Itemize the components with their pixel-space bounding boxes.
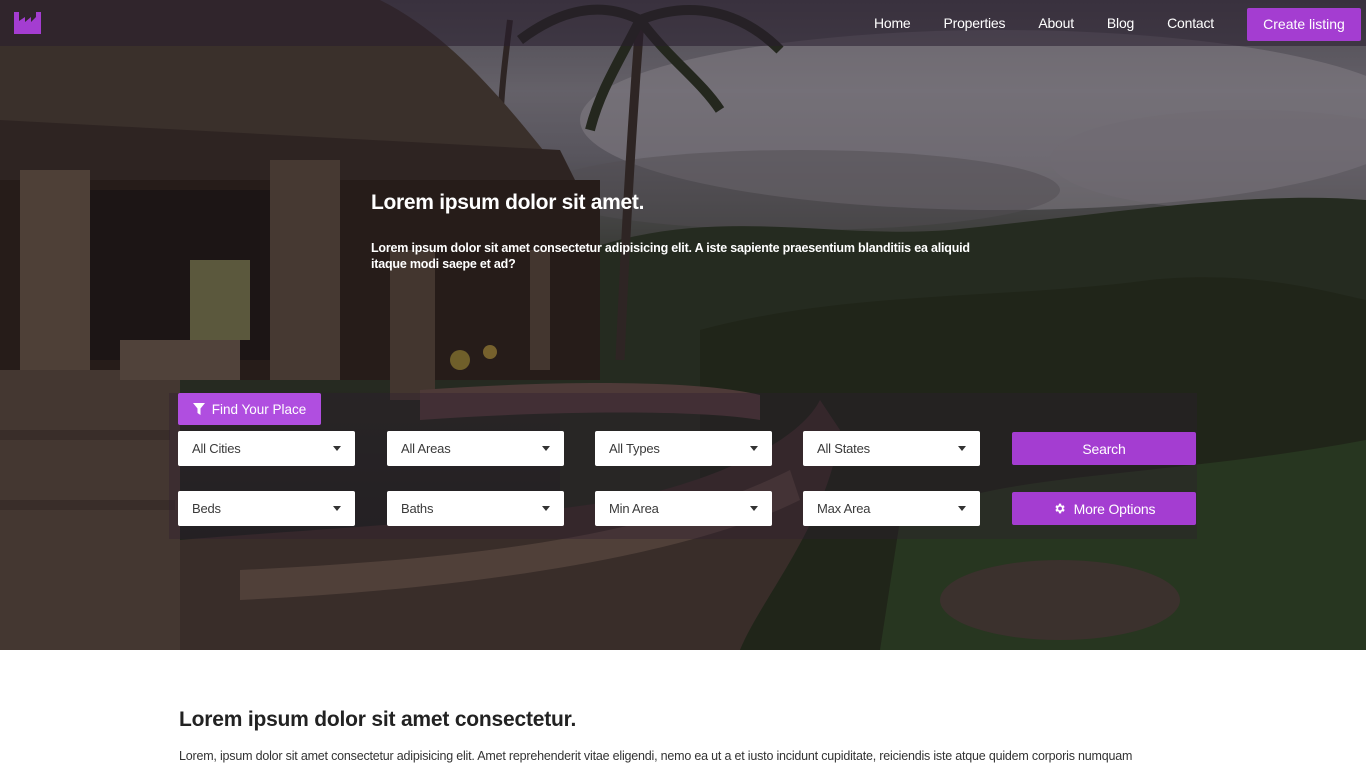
nav-link-contact[interactable]: Contact (1167, 15, 1214, 31)
hero-section (0, 0, 1366, 650)
chevron-down-icon (333, 506, 341, 511)
states-select-value: All States (817, 441, 870, 456)
search-button[interactable]: Search (1012, 432, 1196, 465)
cities-select-value: All Cities (192, 441, 241, 456)
min-area-select-value: Min Area (609, 501, 659, 516)
hero-title: Lorem ipsum dolor sit amet. (371, 191, 645, 214)
nav-link-about[interactable]: About (1038, 15, 1074, 31)
nav-link-home[interactable]: Home (874, 15, 911, 31)
section-title: Lorem ipsum dolor sit amet consectetur. (179, 708, 577, 731)
max-area-select[interactable]: Max Area (803, 491, 980, 526)
search-button-label: Search (1082, 440, 1126, 457)
chevron-down-icon (750, 446, 758, 451)
filter-icon (192, 403, 205, 415)
states-select[interactable]: All States (803, 431, 980, 466)
max-area-select-value: Max Area (817, 501, 871, 516)
navbar: Home Properties About Blog Contact Creat… (0, 0, 1366, 46)
find-your-place-tab[interactable]: Find Your Place (178, 393, 321, 425)
section-text: Lorem, ipsum dolor sit amet consectetur … (179, 749, 1133, 763)
chevron-down-icon (958, 506, 966, 511)
baths-select[interactable]: Baths (387, 491, 564, 526)
more-options-label: More Options (1073, 500, 1156, 517)
cities-select[interactable]: All Cities (178, 431, 355, 466)
chevron-down-icon (542, 446, 550, 451)
hero-overlay (0, 0, 1366, 650)
chevron-down-icon (542, 506, 550, 511)
chevron-down-icon (333, 446, 341, 451)
beds-select-value: Beds (192, 501, 221, 516)
baths-select-value: Baths (401, 501, 434, 516)
factory-icon[interactable] (14, 12, 41, 34)
nav-link-blog[interactable]: Blog (1107, 15, 1134, 31)
create-listing-button[interactable]: Create listing (1247, 7, 1361, 41)
areas-select-value: All Areas (401, 441, 451, 456)
gear-icon (1055, 503, 1065, 514)
areas-select[interactable]: All Areas (387, 431, 564, 466)
nav-links: Home Properties About Blog Contact Creat… (874, 0, 1366, 46)
beds-select[interactable]: Beds (178, 491, 355, 526)
chevron-down-icon (958, 446, 966, 451)
hero-subtitle: Lorem ipsum dolor sit amet consectetur a… (371, 241, 970, 271)
nav-link-properties[interactable]: Properties (944, 15, 1006, 31)
min-area-select[interactable]: Min Area (595, 491, 772, 526)
chevron-down-icon (750, 506, 758, 511)
find-your-place-label: Find Your Place (211, 401, 307, 417)
types-select-value: All Types (609, 441, 660, 456)
types-select[interactable]: All Types (595, 431, 772, 466)
more-options-button[interactable]: More Options (1012, 492, 1196, 525)
